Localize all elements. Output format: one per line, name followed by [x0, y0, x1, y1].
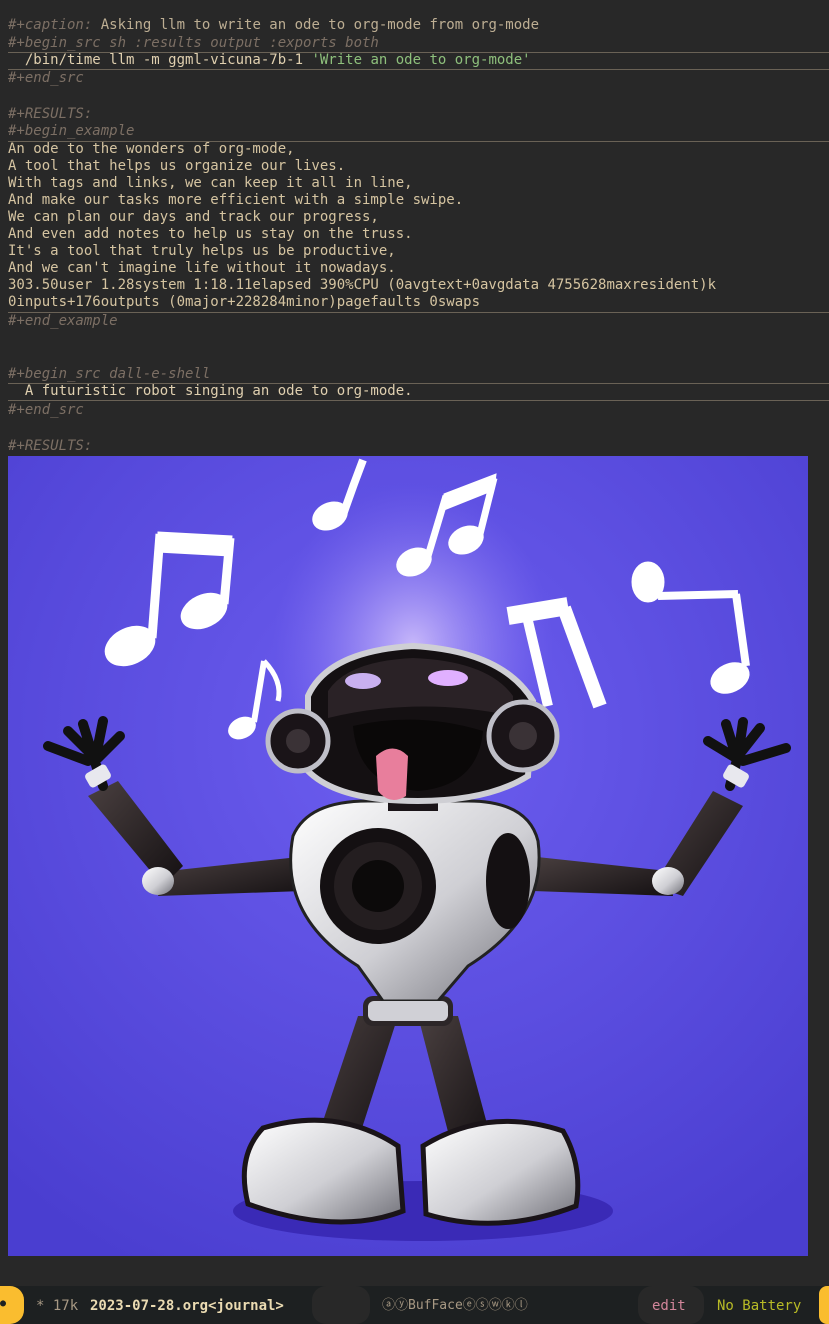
command-prefix: /bin/time llm -m ggml-vicuna-7b-1 — [8, 52, 312, 68]
mode-line-right-accent — [819, 1286, 829, 1324]
results-keyword[interactable]: #+RESULTS: — [8, 106, 92, 123]
window-number-icon: ● — [0, 1298, 7, 1309]
command-string: 'Write an ode to org-mode' — [311, 52, 531, 68]
left-eye — [345, 673, 381, 689]
dalle-begin-line[interactable]: #+begin_src dall-e-shell — [8, 366, 210, 383]
robot-illustration — [8, 456, 808, 1256]
dalle-prompt-line[interactable]: A futuristic robot singing an ode to org… — [8, 383, 413, 400]
example-begin-line[interactable]: #+begin_example — [8, 123, 134, 140]
left-elbow — [142, 867, 174, 895]
example-line[interactable]: A tool that helps us organize our lives. — [8, 158, 345, 175]
example-line[interactable]: 303.50user 1.28system 1:18.11elapsed 390… — [8, 277, 716, 294]
src-begin-line[interactable]: #+begin_src sh :results output :exports … — [8, 35, 379, 52]
tongue — [376, 748, 408, 800]
right-foot — [420, 1118, 581, 1226]
src-rule-bottom — [8, 69, 829, 70]
example-line[interactable]: We can plan our days and track our progr… — [8, 209, 379, 226]
example-end-line[interactable]: #+end_example — [8, 313, 118, 330]
mode-line-separator — [312, 1286, 370, 1324]
waist — [368, 1001, 448, 1021]
dalle-end-line[interactable]: #+end_src — [8, 402, 84, 419]
dalle-rule-bottom — [8, 400, 829, 401]
example-line[interactable]: An ode to the wonders of org-mode, — [8, 141, 295, 158]
caption-text: Asking llm to write an ode to org-mode f… — [92, 17, 540, 33]
generated-robot-image[interactable] — [8, 456, 808, 1256]
example-line[interactable]: 0inputs+176outputs (0major+228284minor)p… — [8, 294, 480, 311]
src-command-line[interactable]: /bin/time llm -m ggml-vicuna-7b-1 'Write… — [8, 52, 531, 69]
example-line[interactable]: And we can't imagine life without it now… — [8, 260, 396, 277]
caption-keyword: #+caption: — [8, 17, 93, 33]
example-line[interactable]: It's a tool that truly helps us be produ… — [8, 243, 396, 260]
evil-state[interactable]: edit — [652, 1296, 686, 1316]
side-speaker — [486, 833, 530, 929]
left-foot — [241, 1117, 406, 1225]
minor-modes[interactable]: ⓐⓨBufFaceⓔⓢⓦⓚⓛ — [382, 1296, 528, 1316]
src-end-line[interactable]: #+end_src — [8, 70, 84, 87]
battery-status: No Battery — [717, 1298, 802, 1314]
right-eye — [428, 670, 468, 686]
buffer-name[interactable]: 2023-07-28.org<journal> — [90, 1296, 284, 1316]
results-keyword-2[interactable]: #+RESULTS: — [8, 438, 92, 455]
mode-line: ● * 17k 2023-07-28.org<journal> ⓐⓨBufFac… — [0, 1286, 829, 1324]
right-elbow — [652, 867, 684, 895]
caption-line[interactable]: #+caption: Asking llm to write an ode to… — [8, 17, 539, 34]
example-line[interactable]: And even add notes to help us stay on th… — [8, 226, 413, 243]
example-line[interactable]: And make our tasks more efficient with a… — [8, 192, 463, 209]
example-line[interactable]: With tags and links, we can keep it all … — [8, 175, 413, 192]
example-rule-bottom — [8, 312, 829, 313]
buffer-modified-size: * 17k — [36, 1298, 87, 1314]
